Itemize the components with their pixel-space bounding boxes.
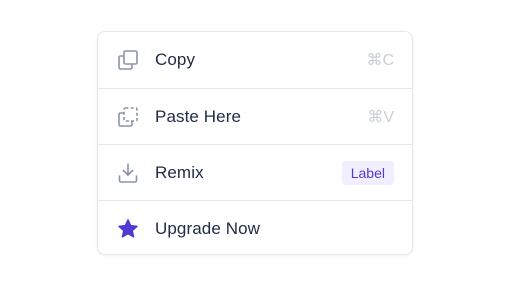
context-menu: Copy ⌘C Paste Here ⌘V Remix Label Upgrad… — [97, 31, 413, 255]
shortcut-hint: ⌘C — [366, 52, 394, 69]
menu-item-label: Copy — [155, 50, 196, 69]
menu-item-upgrade-now[interactable]: Upgrade Now — [98, 200, 412, 254]
menu-item-label: Paste Here — [155, 106, 242, 126]
star-icon — [117, 218, 139, 240]
menu-item-label: Upgrade Now — [155, 218, 261, 238]
menu-item-paste-here[interactable]: Paste Here ⌘V — [98, 88, 412, 144]
menu-item-label: Remix — [155, 162, 204, 182]
menu-item-copy[interactable]: Copy ⌘C — [98, 32, 412, 88]
download-icon — [117, 162, 139, 184]
paste-icon — [117, 106, 139, 128]
copy-icon — [117, 49, 139, 71]
menu-item-remix[interactable]: Remix Label — [98, 144, 412, 200]
shortcut-hint: ⌘V — [367, 108, 394, 126]
label-badge: Label — [341, 160, 394, 185]
